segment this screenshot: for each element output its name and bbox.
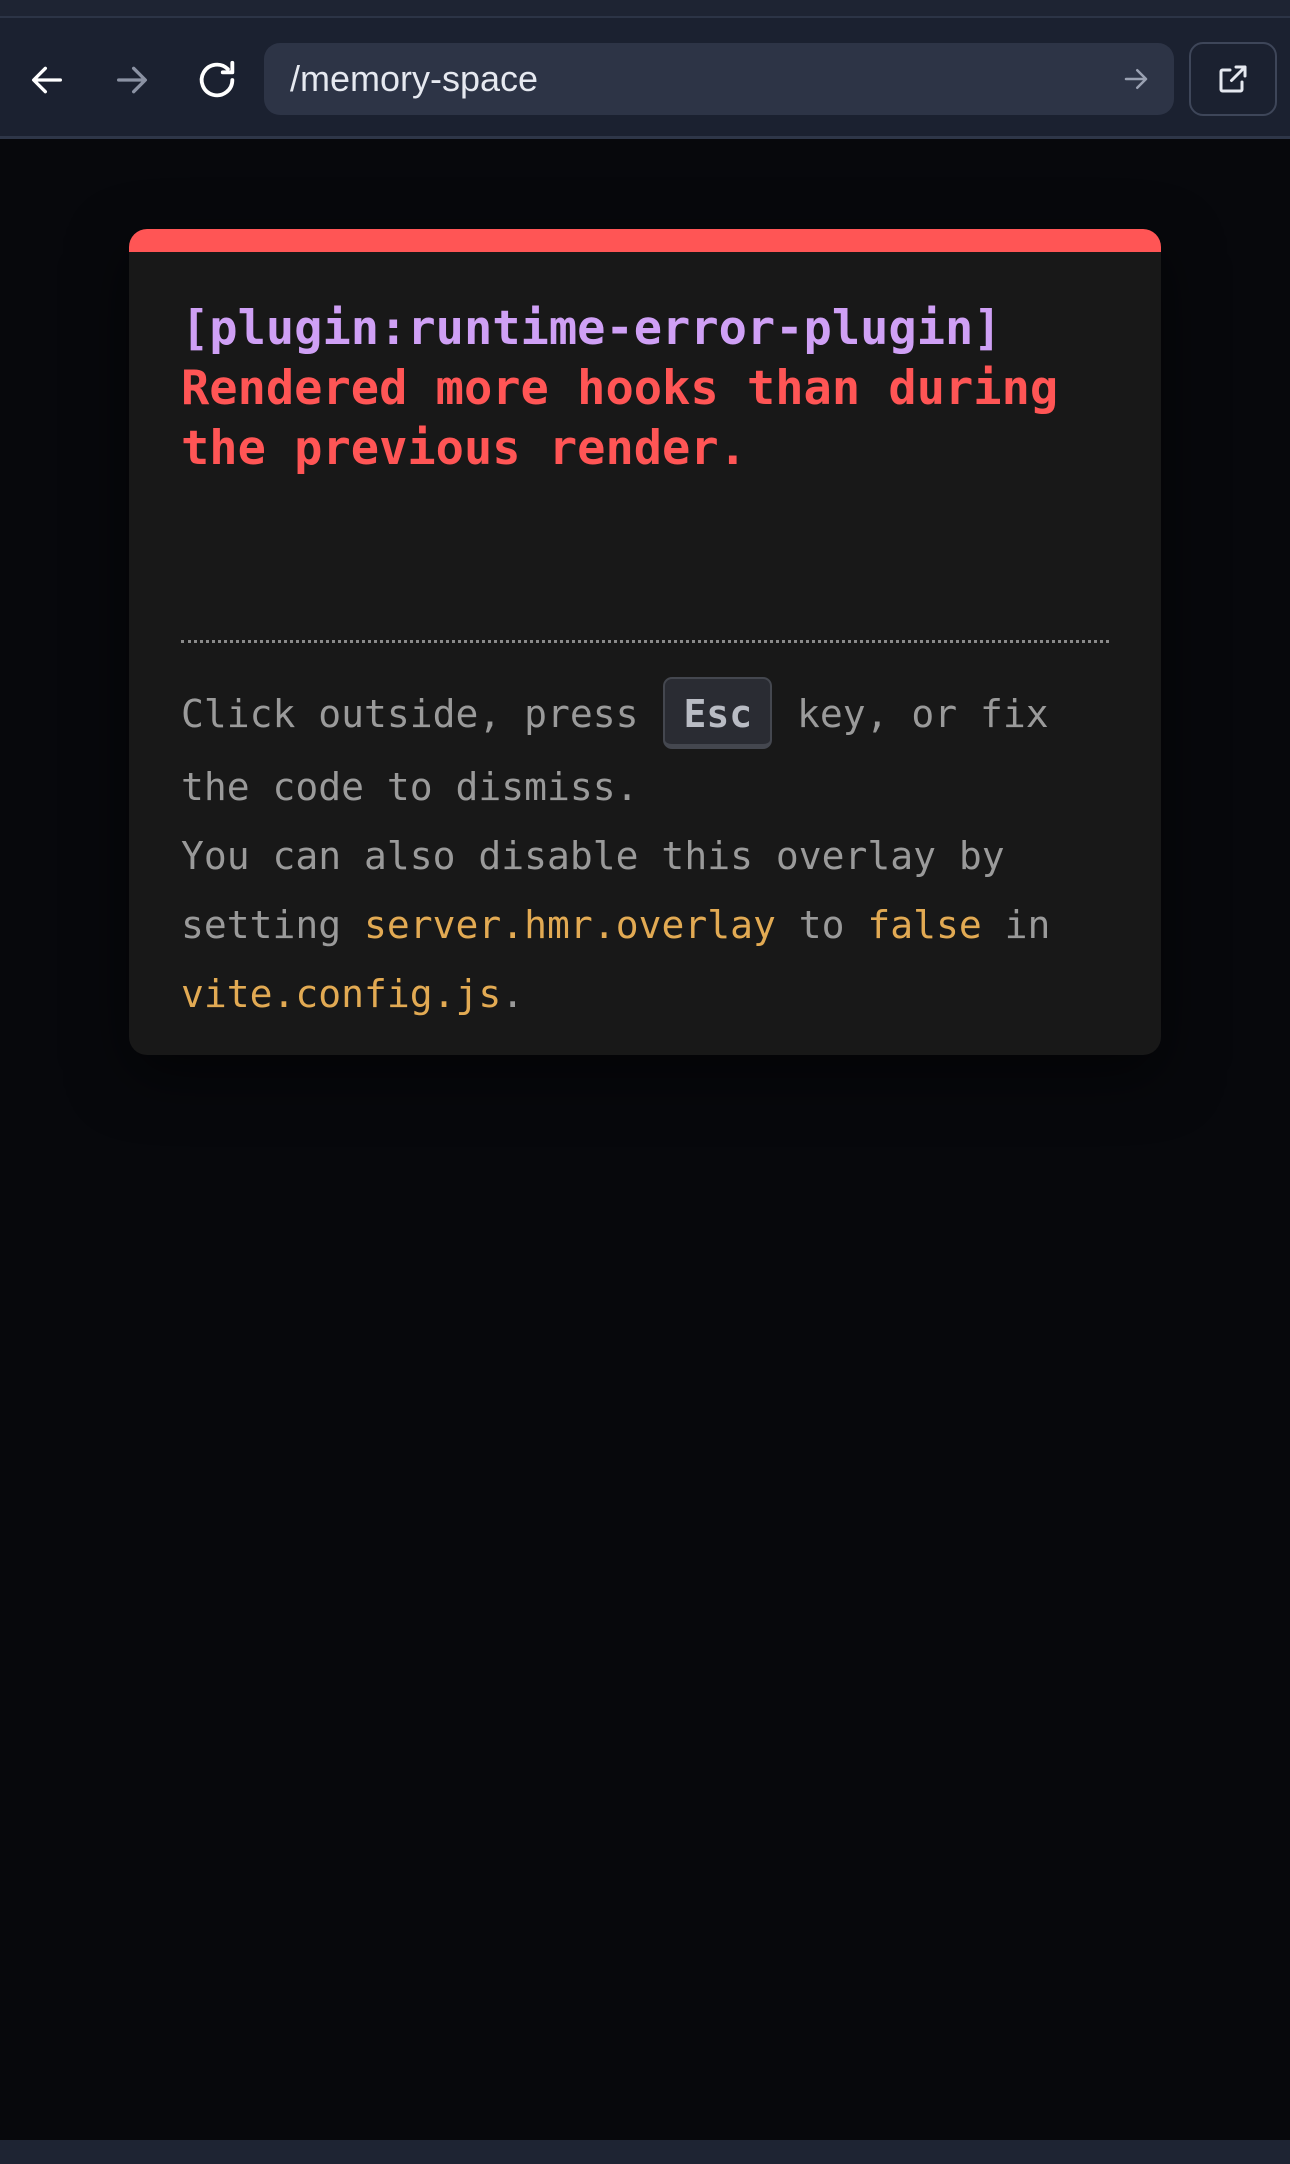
overlay-tip: Click outside, press Esc key, or fix the… <box>181 676 1121 1029</box>
config-key-code: server.hmr.overlay <box>364 902 776 947</box>
arrow-right-icon <box>1124 69 1148 89</box>
browser-toolbar: /memory-space <box>0 18 1290 139</box>
arrow-left-icon <box>31 66 62 94</box>
external-link-icon <box>1219 65 1247 93</box>
go-button[interactable] <box>1114 57 1158 101</box>
tip-text: . <box>501 971 525 1016</box>
disable-tip: You can also disable this overlay by set… <box>181 822 1121 1029</box>
reload-icon <box>199 60 235 98</box>
error-overlay: [plugin:runtime-error-plugin] Rendered m… <box>129 229 1161 1055</box>
dismiss-tip: Click outside, press Esc key, or fix the… <box>181 676 1121 822</box>
back-button[interactable] <box>15 48 79 112</box>
reload-button[interactable] <box>185 48 249 112</box>
esc-key: Esc <box>663 676 773 749</box>
browser-top-edge <box>0 0 1290 18</box>
forward-button[interactable] <box>100 48 164 112</box>
error-message: [plugin:runtime-error-plugin] Rendered m… <box>181 299 1111 479</box>
overlay-divider <box>181 640 1109 643</box>
arrow-right-icon <box>117 66 147 94</box>
address-bar[interactable]: /memory-space <box>264 43 1174 115</box>
config-file-code: vite.config.js <box>181 971 502 1016</box>
config-value-code: false <box>867 902 982 947</box>
tip-text: to <box>775 902 868 947</box>
tip-text: in <box>981 902 1051 947</box>
error-plugin-name: [plugin:runtime-error-plugin] <box>181 301 1002 356</box>
browser-bottom-edge <box>0 2140 1290 2164</box>
open-in-new-tab-button[interactable] <box>1189 42 1277 116</box>
tip-text: Click outside, press <box>181 692 662 736</box>
error-message-text: Rendered more hooks than during the prev… <box>181 361 1087 476</box>
address-bar-url[interactable]: /memory-space <box>290 43 538 115</box>
